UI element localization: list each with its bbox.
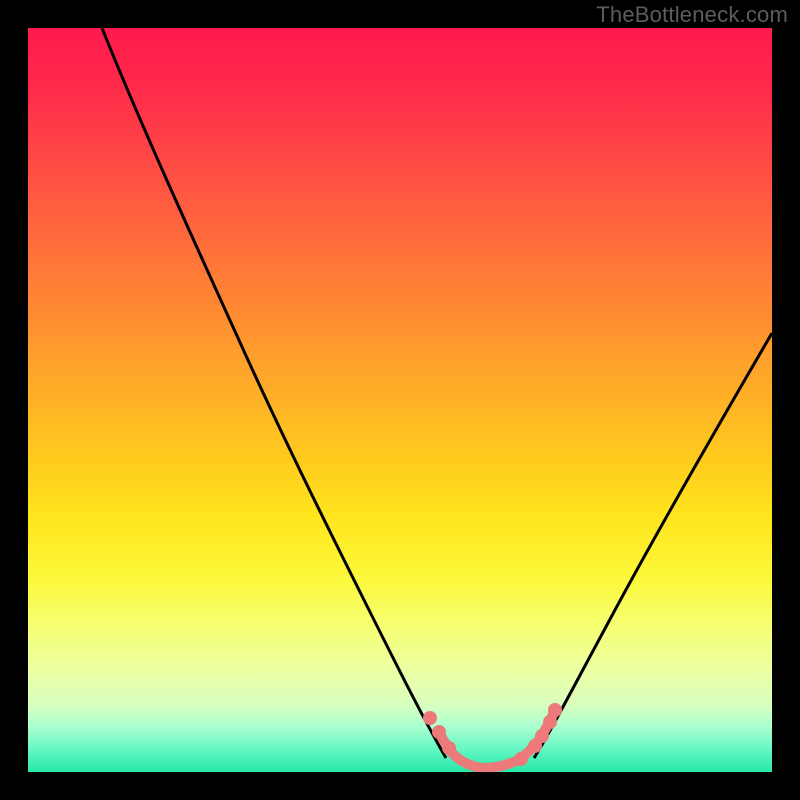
plot-area <box>28 28 772 772</box>
left-curve <box>102 28 446 758</box>
watermark-label: TheBottleneck.com <box>596 2 788 28</box>
right-curve <box>534 333 772 758</box>
chart-frame: TheBottleneck.com <box>0 0 800 800</box>
chart-svg <box>28 28 772 772</box>
